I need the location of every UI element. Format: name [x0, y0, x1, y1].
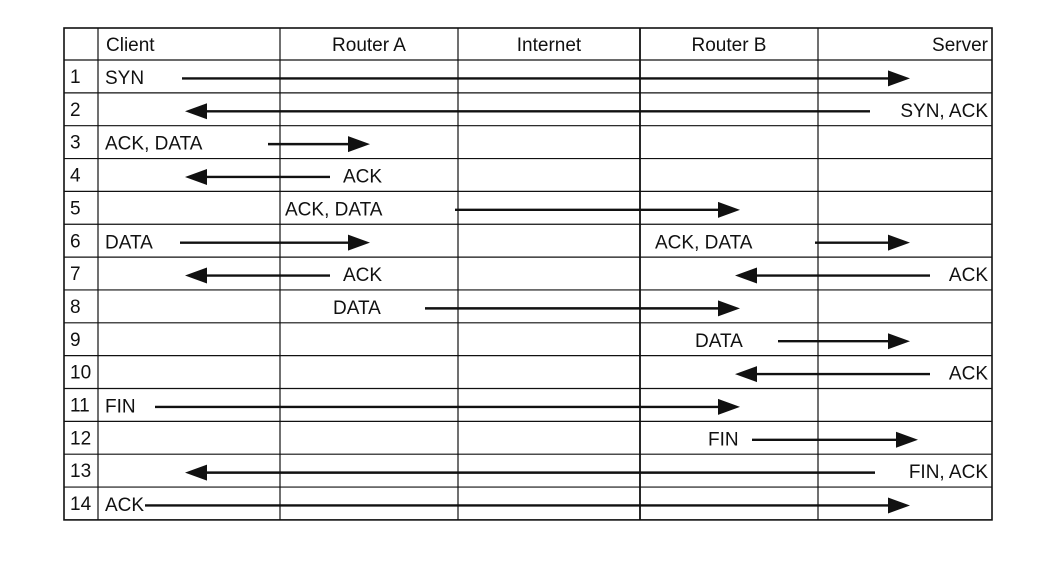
row-number: 6: [70, 231, 81, 252]
internet-header: Internet: [517, 35, 582, 56]
row-number: 1: [70, 67, 81, 88]
row-number: 2: [70, 100, 81, 121]
row-number: 14: [70, 494, 92, 515]
row-number: 4: [70, 166, 81, 187]
message-label: ACK, DATA: [285, 199, 383, 220]
packet-sequence-diagram: Client Router A Internet Router B Server 1 SYN…: [63, 27, 993, 521]
message-label: ACK, DATA: [105, 134, 203, 155]
client-header: Client: [106, 35, 155, 56]
server-header: Server: [932, 35, 989, 56]
row-number: 10: [70, 363, 91, 384]
message-label: ACK: [949, 364, 988, 385]
arrow-left-icon: [185, 464, 207, 481]
arrow-right-icon: [718, 300, 740, 317]
arrow-right-icon: [888, 497, 910, 514]
router-b-header: Router B: [692, 35, 767, 56]
arrow-right-icon: [718, 398, 740, 415]
row-number: 7: [70, 264, 81, 285]
arrow-right-icon: [888, 70, 910, 87]
message-label: ACK, DATA: [655, 232, 753, 253]
message-label: ACK: [343, 265, 382, 286]
message-label: FIN, ACK: [909, 462, 989, 483]
arrow-left-icon: [735, 267, 757, 284]
message-label: SYN: [105, 68, 144, 89]
row-number: 9: [70, 330, 81, 351]
arrow-right-icon: [896, 431, 918, 448]
arrow-right-icon: [348, 136, 370, 153]
message-label: DATA: [105, 232, 153, 253]
arrow-left-icon: [185, 168, 207, 185]
row-number: 12: [70, 428, 91, 449]
message-label: ACK: [343, 167, 382, 188]
row-number: 13: [70, 461, 91, 482]
arrow-left-icon: [185, 267, 207, 284]
message-label: DATA: [333, 298, 381, 319]
arrow-left-icon: [735, 366, 757, 383]
message-label: FIN: [708, 429, 739, 450]
message-label: ACK: [949, 265, 988, 286]
arrow-right-icon: [348, 234, 370, 251]
row-number: 5: [70, 198, 81, 219]
arrow-right-icon: [888, 234, 910, 251]
message-label: FIN: [105, 397, 136, 418]
row-number: 8: [70, 297, 81, 318]
row-number: 3: [70, 133, 81, 154]
arrow-right-icon: [718, 201, 740, 218]
arrow-right-icon: [888, 333, 910, 350]
router-a-header: Router A: [332, 35, 406, 56]
row-number: 11: [70, 396, 90, 417]
message-label: ACK: [105, 495, 144, 516]
arrow-left-icon: [185, 103, 207, 120]
message-label: DATA: [695, 331, 743, 352]
message-label: SYN, ACK: [900, 101, 988, 122]
